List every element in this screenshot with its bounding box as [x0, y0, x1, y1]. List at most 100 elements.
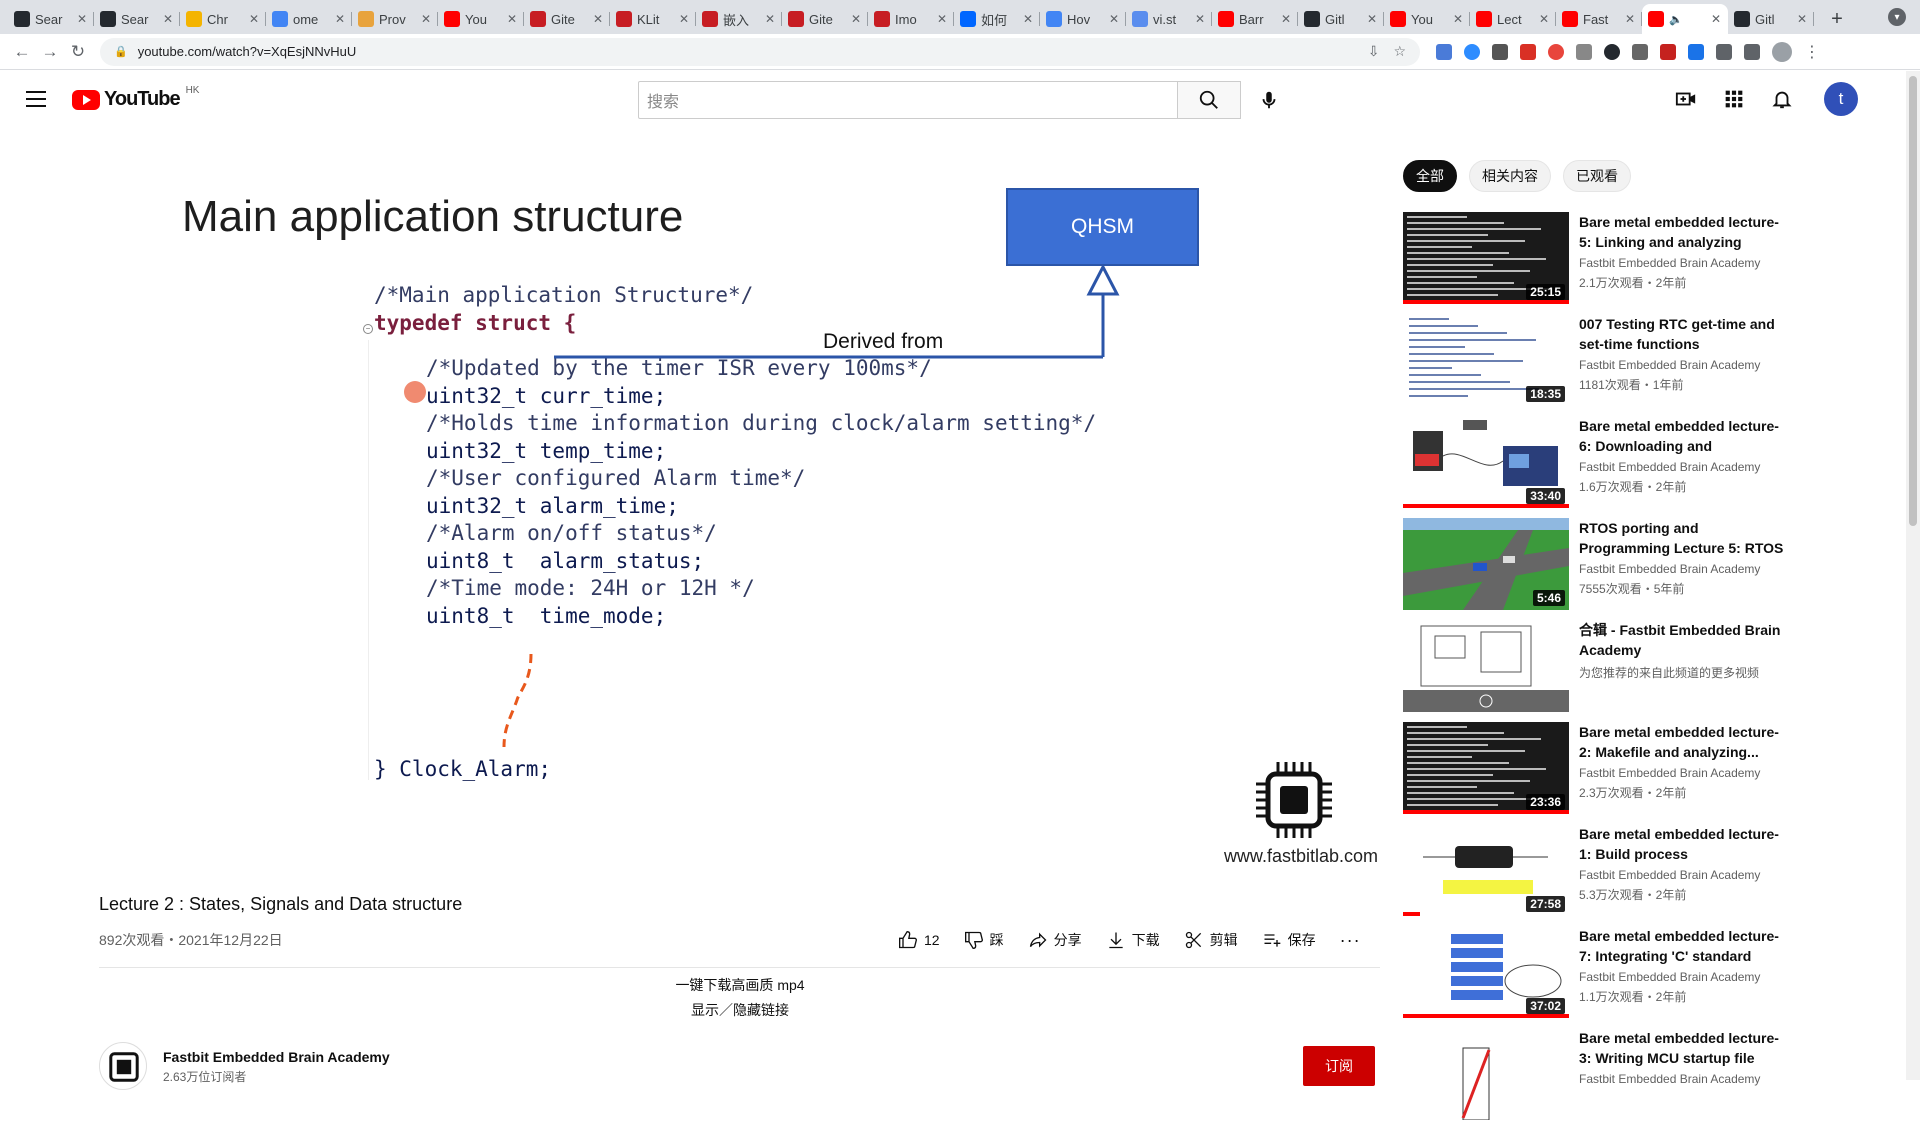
recommended-video-title[interactable]: 007 Testing RTC get-time and set-time fu…	[1579, 314, 1789, 354]
notifications-bell-icon[interactable]	[1762, 79, 1802, 119]
browser-tab[interactable]: Lect ✕	[1470, 4, 1556, 34]
close-tab-icon[interactable]: ✕	[678, 12, 690, 26]
close-tab-icon[interactable]: ✕	[1366, 12, 1378, 26]
recommended-video[interactable]: 27:58 Bare metal embedded lecture-1: Buil…	[1403, 824, 1903, 926]
close-tab-icon[interactable]: ✕	[248, 12, 260, 26]
close-tab-icon[interactable]: ✕	[1194, 12, 1206, 26]
extension-icon[interactable]	[1520, 43, 1536, 60]
close-tab-icon[interactable]: ✕	[850, 12, 862, 26]
browser-tab[interactable]: Gitl ✕	[1728, 4, 1814, 34]
address-bar[interactable]: 🔒 youtube.com/watch?v=XqEsjNNvHuU ⇩ ☆	[100, 37, 1420, 66]
youtube-logo[interactable]: YouTube HK	[72, 85, 199, 111]
github-extension-icon[interactable]	[1604, 43, 1620, 60]
video-player[interactable]: Main application structure QHSM Derived …	[99, 152, 1380, 872]
close-tab-icon[interactable]: ✕	[334, 12, 346, 26]
recommended-video[interactable]: 合辑 - Fastbit Embedded Brain Academy 为您推荐的…	[1403, 620, 1903, 722]
channel-avatar[interactable]	[99, 1042, 147, 1090]
recommended-video-title[interactable]: 合辑 - Fastbit Embedded Brain Academy	[1579, 620, 1789, 660]
recommended-video[interactable]: Bare metal embedded lecture-3: Writing M…	[1403, 1028, 1903, 1130]
user-avatar[interactable]: t	[1824, 82, 1858, 116]
browser-tab[interactable]: Prov ✕	[352, 4, 438, 34]
recommended-video-title[interactable]: Bare metal embedded lecture-6: Downloadi…	[1579, 416, 1789, 456]
close-tab-icon[interactable]: ✕	[1022, 12, 1034, 26]
download-mp4-link[interactable]: 一键下载高画质 mp4	[0, 975, 1480, 995]
extension-icon[interactable]	[1576, 43, 1592, 60]
tab-search-icon[interactable]: ▾	[1888, 8, 1906, 26]
extension-icon[interactable]	[1660, 43, 1676, 60]
recommended-video[interactable]: 5:46 RTOS porting and Programming Lecture…	[1403, 518, 1903, 620]
extension-icon[interactable]	[1464, 43, 1480, 60]
browser-tab[interactable]: Imo ✕	[868, 4, 954, 34]
browser-tab[interactable]: ome ✕	[266, 4, 352, 34]
filter-chip[interactable]: 全部	[1403, 160, 1457, 192]
toggle-links-link[interactable]: 显示／隐藏链接	[0, 1000, 1480, 1020]
close-tab-icon[interactable]: ✕	[1624, 12, 1636, 26]
create-video-icon[interactable]	[1666, 79, 1706, 119]
close-tab-icon[interactable]: ✕	[936, 12, 948, 26]
recommended-video-title[interactable]: Bare metal embedded lecture-1: Build pro…	[1579, 824, 1789, 864]
close-tab-icon[interactable]: ✕	[764, 12, 776, 26]
browser-tab[interactable]: Chr ✕	[180, 4, 266, 34]
video-thumbnail[interactable]: 18:35	[1403, 314, 1569, 406]
scrollbar-thumb[interactable]	[1909, 76, 1917, 526]
video-thumbnail[interactable]	[1403, 620, 1569, 712]
browser-tab[interactable]: Fast ✕	[1556, 4, 1642, 34]
profile-avatar[interactable]	[1772, 41, 1792, 62]
close-tab-icon[interactable]: ✕	[162, 12, 174, 26]
browser-tab[interactable]: Sear ✕	[94, 4, 180, 34]
browser-tab[interactable]: Gitl ✕	[1298, 4, 1384, 34]
search-input[interactable]: 搜索	[638, 81, 1178, 119]
recommended-video[interactable]: 23:36 Bare metal embedded lecture-2: Make…	[1403, 722, 1903, 824]
video-thumbnail[interactable]: 33:40	[1403, 416, 1569, 508]
recommended-video[interactable]: 37:02 Bare metal embedded lecture-7: Inte…	[1403, 926, 1903, 1028]
extension-icon[interactable]	[1436, 43, 1452, 60]
search-button[interactable]	[1177, 81, 1241, 119]
back-icon[interactable]: ←	[8, 38, 36, 66]
browser-tab[interactable]: You ✕	[438, 4, 524, 34]
browser-tab[interactable]: 🔈 ✕	[1642, 4, 1728, 34]
reload-icon[interactable]: ↻	[64, 38, 92, 66]
voice-search-button[interactable]	[1250, 81, 1288, 119]
browser-tab[interactable]: Gite ✕	[524, 4, 610, 34]
clip-button[interactable]: 剪辑	[1184, 930, 1238, 950]
extension-icon[interactable]	[1492, 43, 1508, 60]
browser-tab[interactable]: Gite ✕	[782, 4, 868, 34]
close-tab-icon[interactable]: ✕	[1280, 12, 1292, 26]
save-button[interactable]: 保存	[1262, 930, 1316, 950]
more-actions-button[interactable]: ···	[1340, 930, 1361, 951]
recommended-video[interactable]: 18:35 007 Testing RTC get-time and set-ti…	[1403, 314, 1903, 416]
close-tab-icon[interactable]: ✕	[1710, 12, 1722, 26]
recommended-video[interactable]: 33:40 Bare metal embedded lecture-6: Down…	[1403, 416, 1903, 518]
filter-chip[interactable]: 已观看	[1563, 160, 1631, 192]
browser-tab[interactable]: You ✕	[1384, 4, 1470, 34]
browser-tab[interactable]: Sear ✕	[8, 4, 94, 34]
dislike-button[interactable]: 踩	[964, 930, 1004, 950]
reading-list-icon[interactable]	[1744, 43, 1760, 60]
bookmark-star-icon[interactable]: ☆	[1393, 43, 1406, 60]
close-tab-icon[interactable]: ✕	[420, 12, 432, 26]
close-tab-icon[interactable]: ✕	[1452, 12, 1464, 26]
recommended-video-title[interactable]: RTOS porting and Programming Lecture 5: …	[1579, 518, 1789, 558]
close-tab-icon[interactable]: ✕	[1538, 12, 1550, 26]
subscribe-button[interactable]: 订阅	[1303, 1046, 1375, 1086]
recommended-video-title[interactable]: Bare metal embedded lecture-7: Integrati…	[1579, 926, 1789, 966]
video-thumbnail[interactable]: 25:15	[1403, 212, 1569, 304]
browser-tab[interactable]: Barr ✕	[1212, 4, 1298, 34]
browser-tab[interactable]: 如何 ✕	[954, 4, 1040, 34]
recommended-video[interactable]: 25:15 Bare metal embedded lecture-5: Link…	[1403, 212, 1903, 314]
download-button[interactable]: 下载	[1106, 930, 1160, 950]
close-tab-icon[interactable]: ✕	[76, 12, 88, 26]
extension-icon[interactable]	[1688, 43, 1704, 60]
install-icon[interactable]: ⇩	[1368, 43, 1380, 60]
browser-tab[interactable]: vi.st ✕	[1126, 4, 1212, 34]
close-tab-icon[interactable]: ✕	[1108, 12, 1120, 26]
browser-tab[interactable]: Hov ✕	[1040, 4, 1126, 34]
browser-tab[interactable]: KLit ✕	[610, 4, 696, 34]
share-button[interactable]: 分享	[1028, 930, 1082, 950]
browser-tab[interactable]: 嵌入 ✕	[696, 4, 782, 34]
close-tab-icon[interactable]: ✕	[506, 12, 518, 26]
recommended-video-title[interactable]: Bare metal embedded lecture-3: Writing M…	[1579, 1028, 1789, 1068]
forward-icon[interactable]: →	[36, 38, 64, 66]
like-button[interactable]: 12	[898, 930, 940, 950]
menu-icon[interactable]	[26, 91, 46, 107]
